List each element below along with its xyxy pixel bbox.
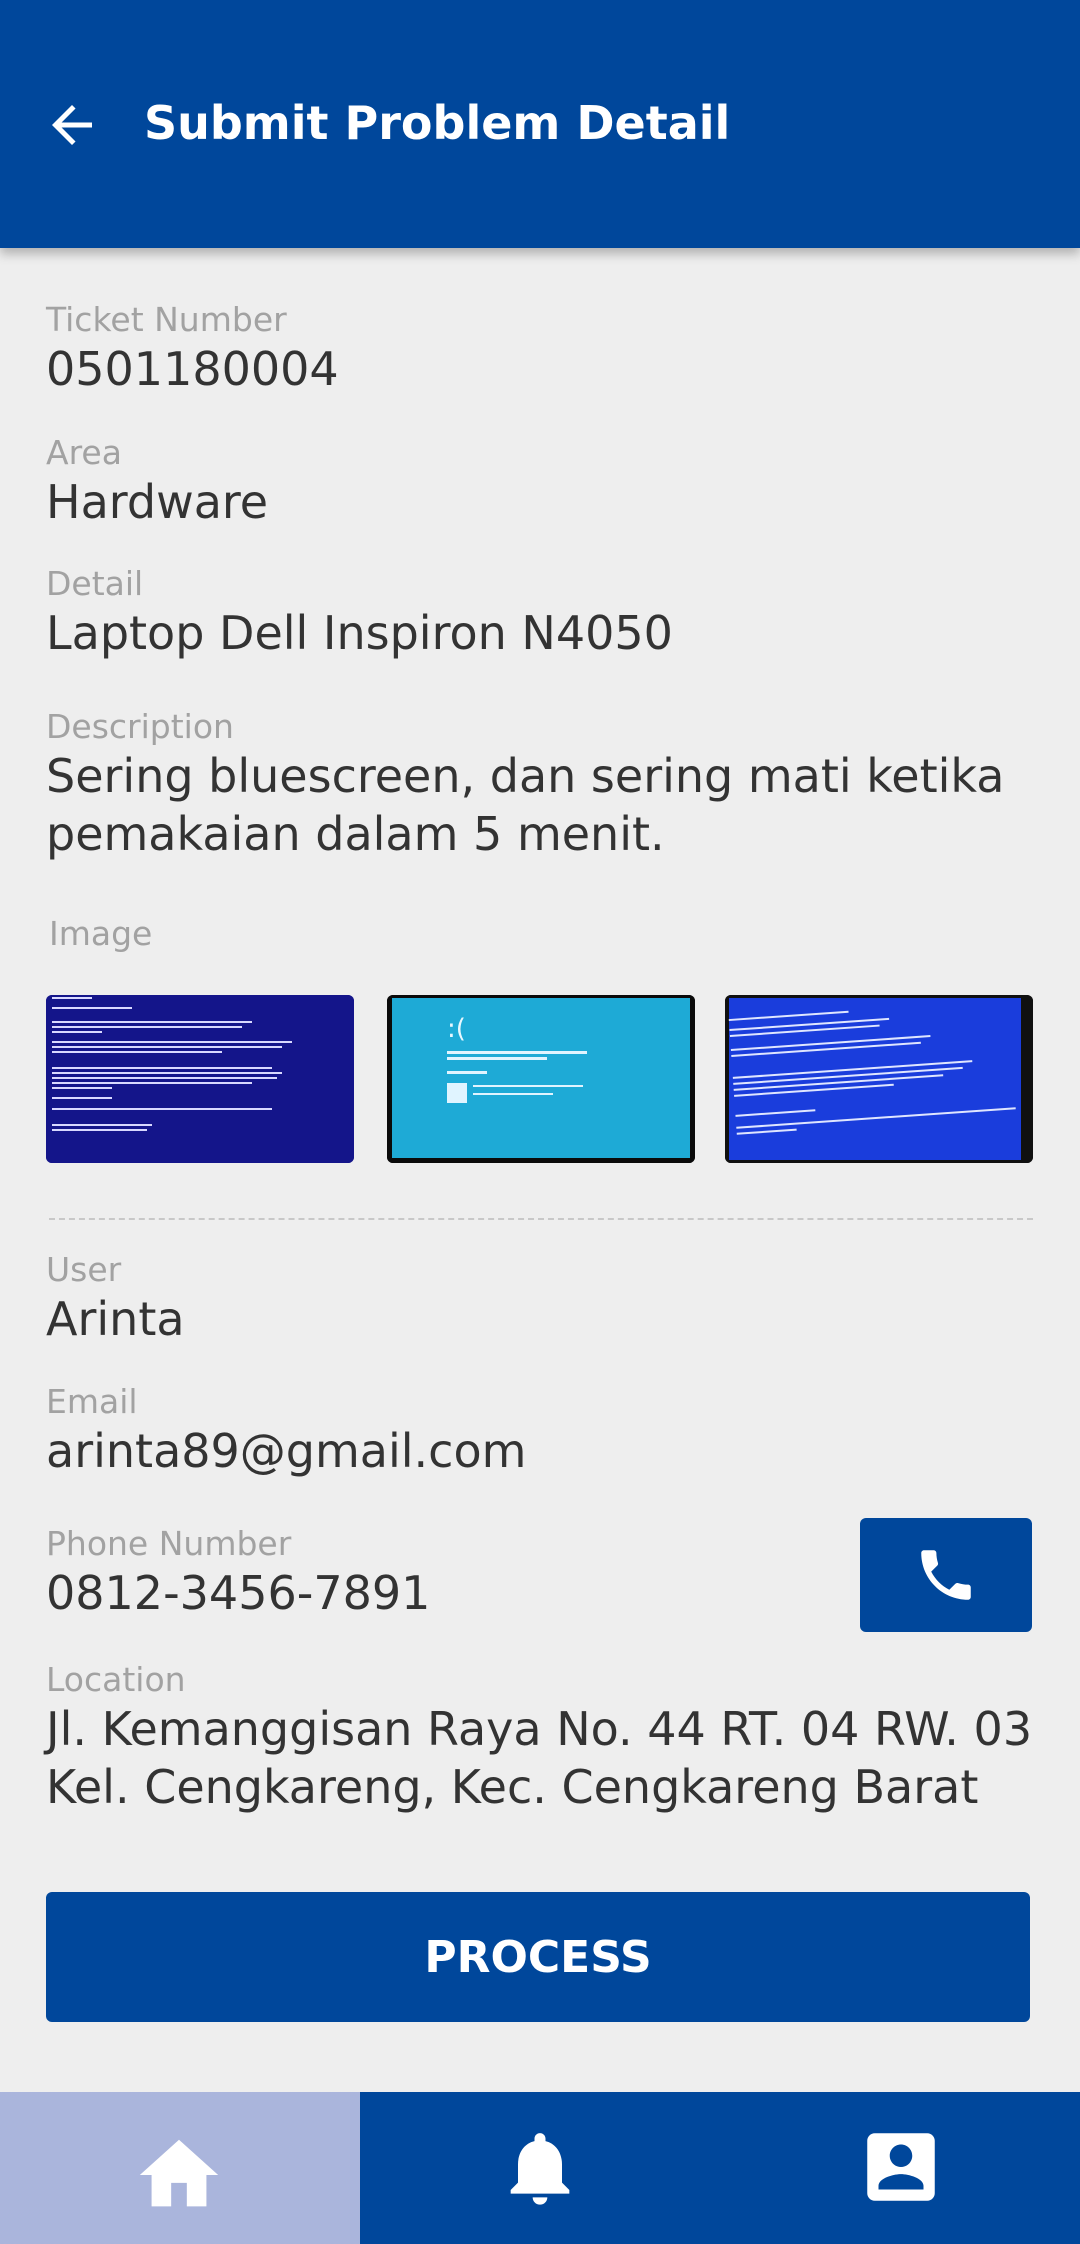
detail-field: Detail Laptop Dell Inspiron N4050 bbox=[46, 564, 673, 662]
call-button[interactable] bbox=[860, 1518, 1032, 1632]
bottom-navigation bbox=[0, 2092, 1080, 2244]
location-line-2: Kel. Cengkareng, Kec. Cengkareng Barat bbox=[46, 1760, 979, 1814]
email-field: Email arinta89@gmail.com bbox=[46, 1382, 526, 1480]
profile-icon bbox=[867, 2133, 935, 2201]
ticket-number-value: 0501180004 bbox=[46, 342, 339, 396]
screenshot-thumbnail[interactable]: :( bbox=[387, 995, 695, 1163]
bluescreen-image: :( bbox=[387, 995, 695, 1163]
description-value: Sering bluescreen, dan sering mati ketik… bbox=[46, 749, 1005, 861]
phone-value: 0812-3456-7891 bbox=[46, 1566, 431, 1620]
description-field: Description Sering bluescreen, dan serin… bbox=[46, 707, 1006, 863]
nav-profile[interactable] bbox=[720, 2092, 1080, 2244]
arrow-back-icon bbox=[52, 105, 92, 145]
nav-home[interactable] bbox=[0, 2092, 360, 2244]
location-line-1: Jl. Kemanggisan Raya No. 44 RT. 04 RW. 0… bbox=[46, 1702, 1033, 1756]
nav-notifications[interactable] bbox=[360, 2092, 720, 2244]
area-field: Area Hardware bbox=[46, 433, 268, 531]
detail-label: Detail bbox=[46, 564, 144, 603]
bluescreen-image bbox=[46, 995, 354, 1163]
user-value: Arinta bbox=[46, 1292, 185, 1346]
app-bar: Submit Problem Detail bbox=[0, 0, 1080, 248]
image-label: Image bbox=[49, 914, 153, 953]
svg-text::(: :( bbox=[447, 1014, 466, 1044]
section-divider bbox=[49, 1218, 1033, 1220]
email-label: Email bbox=[46, 1382, 138, 1421]
user-label: User bbox=[46, 1250, 122, 1289]
process-button[interactable]: PROCESS bbox=[46, 1892, 1030, 2022]
area-label: Area bbox=[46, 433, 122, 472]
bluescreen-image bbox=[725, 995, 1033, 1163]
email-value: arinta89@gmail.com bbox=[46, 1424, 527, 1478]
phone-field: Phone Number 0812-3456-7891 bbox=[46, 1524, 430, 1622]
description-label: Description bbox=[46, 707, 234, 746]
home-icon bbox=[139, 2139, 219, 2207]
page-title: Submit Problem Detail bbox=[144, 96, 731, 150]
screenshot-thumbnail[interactable] bbox=[46, 995, 354, 1163]
ticket-number-field: Ticket Number 0501180004 bbox=[46, 300, 339, 398]
location-field: Location Jl. Kemanggisan Raya No. 44 RT.… bbox=[46, 1660, 1036, 1816]
phone-label: Phone Number bbox=[46, 1524, 292, 1563]
detail-value: Laptop Dell Inspiron N4050 bbox=[46, 606, 673, 660]
screenshot-thumbnail[interactable] bbox=[725, 995, 1033, 1163]
area-value: Hardware bbox=[46, 475, 269, 529]
image-gallery: :( bbox=[46, 995, 1033, 1163]
phone-icon bbox=[921, 1550, 971, 1600]
user-field: User Arinta bbox=[46, 1250, 185, 1348]
ticket-number-label: Ticket Number bbox=[46, 300, 287, 339]
back-button[interactable] bbox=[42, 95, 102, 155]
bell-icon bbox=[510, 2133, 570, 2205]
location-label: Location bbox=[46, 1660, 186, 1699]
